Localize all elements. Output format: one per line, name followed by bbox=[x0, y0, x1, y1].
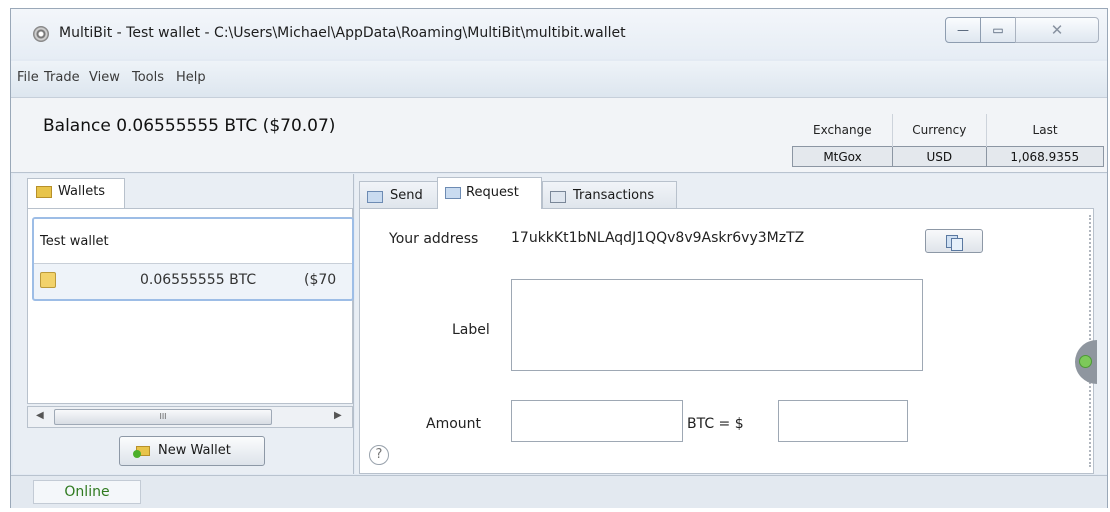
copy-icon-back bbox=[951, 238, 963, 251]
ticker-exchange-value[interactable]: MtGox bbox=[791, 146, 894, 167]
exchange-ticker: Exchange Currency Last MtGox USD 1,068.9… bbox=[791, 114, 1105, 167]
ticker-header-exchange: Exchange bbox=[792, 114, 894, 147]
app-window: MultiBit - Test wallet - C:\Users\Michae… bbox=[10, 8, 1108, 508]
menu-view[interactable]: View bbox=[89, 70, 120, 85]
tab-transactions[interactable]: Transactions bbox=[542, 181, 677, 209]
wallet-name: Test wallet bbox=[40, 234, 109, 249]
send-icon bbox=[367, 191, 383, 203]
ticker-header-currency: Currency bbox=[892, 114, 987, 147]
scroll-thumb[interactable]: III bbox=[54, 409, 272, 425]
menu-trade[interactable]: Trade bbox=[44, 70, 80, 85]
amount-usd-field[interactable] bbox=[778, 400, 908, 442]
request-form: Your address 17ukkKt1bNLAqdJ1QQv8v9Askr6… bbox=[359, 208, 1097, 474]
balance-header: Balance 0.06555555 BTC ($70.07) Exchange… bbox=[11, 98, 1107, 173]
copy-address-button[interactable] bbox=[925, 229, 983, 253]
ticker-header-last: Last bbox=[1032, 123, 1058, 137]
request-icon bbox=[445, 187, 461, 199]
wallet-list: Test wallet 0.06555555 BTC ($70 bbox=[27, 208, 354, 404]
ticker-currency-value[interactable]: USD bbox=[892, 146, 987, 167]
wallet-usd-balance: ($70 bbox=[304, 272, 337, 288]
minimize-button[interactable]: — bbox=[945, 17, 981, 43]
title-bar: MultiBit - Test wallet - C:\Users\Michae… bbox=[11, 9, 1107, 59]
tab-transactions-label: Transactions bbox=[573, 188, 655, 203]
ticker-toggle-handle[interactable] bbox=[1075, 340, 1097, 384]
window-title: MultiBit - Test wallet - C:\Users\Michae… bbox=[59, 25, 626, 41]
new-wallet-label: New Wallet bbox=[158, 443, 231, 458]
wallet-name-field[interactable]: Test wallet bbox=[34, 219, 352, 264]
scroll-right-icon[interactable]: ▶ bbox=[334, 410, 342, 421]
tab-send-label: Send bbox=[390, 188, 423, 203]
close-button[interactable]: ✕ bbox=[1015, 17, 1099, 43]
btc-equals-usd-text: BTC = $ bbox=[687, 416, 744, 432]
green-dot-icon bbox=[1079, 355, 1092, 368]
tab-send[interactable]: Send bbox=[359, 181, 438, 209]
label-label: Label bbox=[452, 322, 490, 338]
amount-label: Amount bbox=[426, 416, 482, 432]
wallet-item[interactable]: Test wallet 0.06555555 BTC ($70 bbox=[32, 217, 354, 301]
help-icon[interactable]: ? bbox=[369, 445, 389, 465]
tab-request[interactable]: Request bbox=[437, 177, 542, 209]
menu-help[interactable]: Help bbox=[176, 70, 206, 85]
tab-request-label: Request bbox=[466, 185, 519, 200]
your-address-label: Your address bbox=[389, 231, 479, 247]
amount-btc-field[interactable] bbox=[511, 400, 683, 442]
tab-wallets[interactable]: Wallets bbox=[27, 178, 125, 208]
horizontal-scrollbar[interactable]: ◀ III ▶ bbox=[27, 406, 353, 428]
wallet-btc-balance: 0.06555555 BTC bbox=[140, 272, 257, 288]
balance-text: Balance 0.06555555 BTC ($70.07) bbox=[43, 116, 336, 136]
transactions-icon bbox=[550, 191, 566, 203]
online-status: Online bbox=[33, 480, 141, 504]
tab-wallets-label: Wallets bbox=[58, 184, 106, 199]
ticker-last-value: 1,068.9355 bbox=[985, 146, 1105, 167]
lock-icon bbox=[40, 272, 56, 288]
maximize-button[interactable]: ▭ bbox=[980, 17, 1016, 43]
plus-icon bbox=[133, 450, 141, 458]
scroll-left-icon[interactable]: ◀ bbox=[36, 410, 44, 421]
wallets-panel: Wallets Test wallet 0.06555555 BTC ($70 … bbox=[13, 174, 354, 474]
bitcoin-address[interactable]: 17ukkKt1bNLAqdJ1QQv8v9Askr6vy3MzTZ bbox=[511, 230, 804, 246]
menu-tools[interactable]: Tools bbox=[132, 70, 164, 85]
wallet-icon bbox=[36, 186, 52, 198]
new-wallet-button[interactable]: New Wallet bbox=[119, 436, 265, 466]
status-bar: Online bbox=[11, 475, 1107, 508]
main-panel: Send Request Transactions Your address 1… bbox=[355, 174, 1107, 474]
label-textarea[interactable] bbox=[511, 279, 923, 371]
menu-bar: File Trade View Tools Help bbox=[11, 61, 1107, 98]
menu-file[interactable]: File bbox=[17, 70, 39, 85]
multibit-app-icon bbox=[33, 26, 49, 42]
